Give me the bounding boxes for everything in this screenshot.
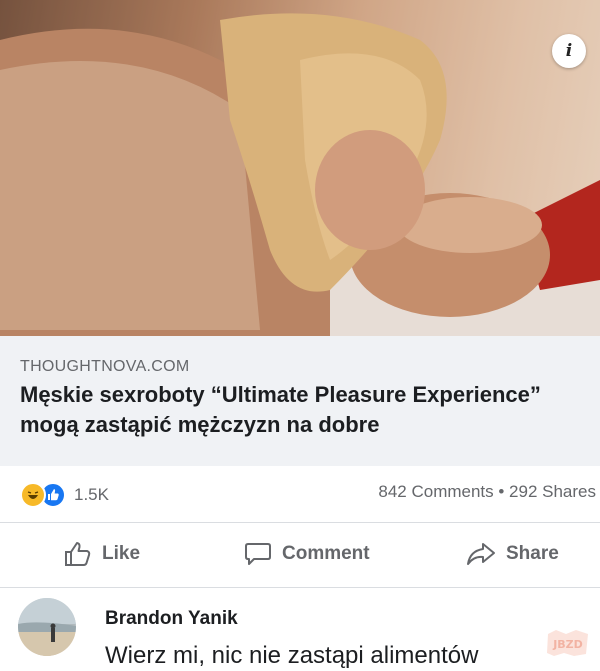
post-image[interactable]: i — [0, 0, 600, 336]
comment-label: Comment — [282, 543, 370, 564]
comment-text: Wierz mi, nic nie zastąpi alimentów — [105, 642, 479, 669]
watermark-logo: JBZD — [544, 628, 592, 658]
svg-text:JBZD: JBZD — [552, 638, 583, 651]
comment-author[interactable]: Brandon Yanik — [105, 608, 238, 630]
action-bar: Like Comment Share — [0, 523, 600, 588]
haha-reaction-icon — [20, 482, 46, 508]
link-domain: THOUGHTNOVA.COM — [20, 358, 190, 375]
comments-shares-count[interactable]: 842 Comments • 292 Shares — [378, 482, 596, 502]
reaction-count: 1.5K — [74, 485, 109, 504]
avatar[interactable] — [18, 598, 76, 656]
comment-item: Brandon Yanik Wierz mi, nic nie zastąpi … — [0, 588, 600, 671]
info-icon[interactable]: i — [552, 34, 586, 68]
comment-button[interactable]: Comment — [244, 541, 370, 567]
like-button[interactable]: Like — [64, 541, 140, 567]
thumbs-up-icon — [65, 542, 91, 566]
photo-illustration — [0, 0, 600, 336]
speech-bubble-icon — [245, 543, 271, 565]
reaction-summary[interactable]: 1.5K — [20, 482, 109, 508]
share-arrow-icon — [467, 543, 495, 565]
share-button[interactable]: Share — [466, 541, 559, 567]
link-preview[interactable]: THOUGHTNOVA.COM Męskie sexroboty “Ultima… — [0, 336, 600, 466]
share-label: Share — [506, 543, 559, 564]
link-headline[interactable]: Męskie sexroboty “Ultimate Pleasure Expe… — [20, 380, 590, 440]
like-label: Like — [102, 543, 141, 564]
post-stats: 1.5K 842 Comments • 292 Shares — [0, 466, 600, 523]
